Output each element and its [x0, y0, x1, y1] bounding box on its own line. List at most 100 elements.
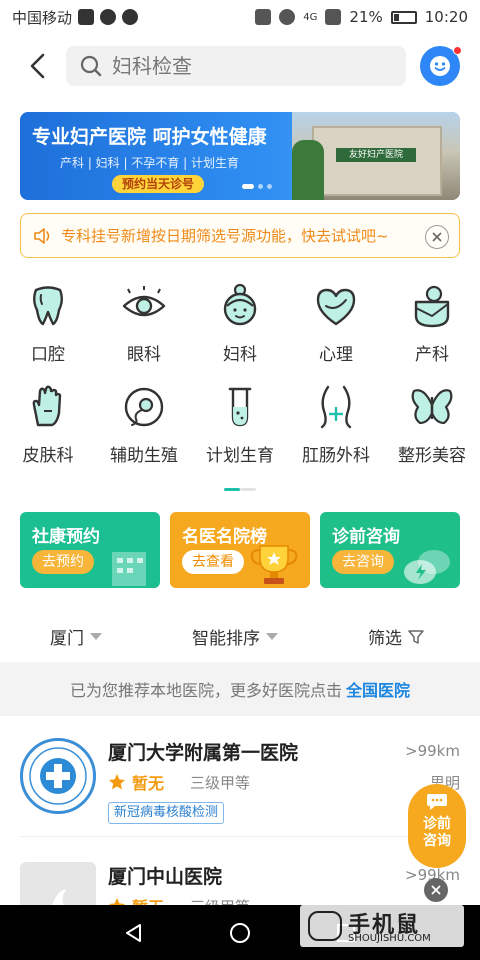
back-button[interactable]	[16, 44, 60, 88]
department-label: 口腔	[31, 345, 65, 365]
card-title: 诊前咨询	[332, 527, 400, 547]
clock: 10:20	[424, 8, 468, 26]
close-icon	[432, 232, 442, 242]
message-icon	[122, 9, 139, 25]
filter-bar: 厦门 智能排序 筛选	[0, 612, 480, 656]
caret-down-icon	[90, 632, 102, 640]
battery-percent: 21%	[349, 8, 383, 26]
battery-icon	[390, 10, 417, 24]
speaker-icon	[34, 227, 50, 244]
wifi-icon	[279, 9, 296, 25]
mute-icon	[255, 9, 272, 25]
tooth-icon	[33, 286, 63, 326]
watermark-url: SHOUJISHU.COM	[348, 933, 431, 944]
sort-filter-label: 智能排序	[192, 629, 260, 649]
building-sign: 友好妇产医院	[336, 148, 416, 162]
department-label: 整形美容	[398, 446, 466, 466]
community-booking-card[interactable]: 社康预约 去预约	[20, 512, 160, 588]
nav-back-button[interactable]	[120, 919, 148, 947]
promo-banner[interactable]: 专业妇产医院 呵护女性健康 产科 | 妇科 | 不孕不育 | 计划生育 预约当天…	[20, 112, 460, 200]
department-label: 肛肠外科	[302, 446, 370, 466]
floating-close-button[interactable]	[424, 878, 448, 902]
department-obstetrics[interactable]: 产科	[384, 282, 480, 365]
banner-title: 专业妇产医院 呵护女性健康	[32, 126, 267, 148]
department-family-planning[interactable]: 计划生育	[192, 383, 288, 466]
tree-shape	[292, 140, 324, 200]
star-icon	[109, 774, 125, 790]
rating-value: 暂无	[132, 774, 165, 793]
pager-indicator-active	[224, 488, 240, 491]
hospital-distance: >99km	[405, 742, 460, 760]
butterfly-icon	[411, 389, 453, 425]
all-hospitals-link[interactable]: 全国医院	[346, 677, 410, 701]
floating-label-2: 咨询	[423, 833, 451, 849]
building-icon	[112, 552, 146, 586]
department-label: 心理	[319, 345, 353, 365]
smiley-chat-icon	[430, 56, 450, 76]
sort-filter[interactable]: 智能排序	[192, 624, 278, 649]
city-filter[interactable]: 厦门	[50, 624, 102, 649]
pager-indicator	[240, 488, 256, 491]
watermark-logo-icon	[308, 911, 342, 941]
top-doctors-card[interactable]: 名医名院榜 去查看	[170, 512, 310, 588]
view-button[interactable]: 去查看	[182, 550, 244, 574]
department-dermatology[interactable]: 皮肤科	[0, 383, 96, 466]
hospital-photo: 友好妇产医院	[292, 112, 460, 200]
triangle-back-icon	[126, 924, 141, 942]
department-label: 皮肤科	[22, 446, 74, 466]
chat-icon	[427, 794, 447, 810]
recommend-text: 已为您推荐本地医院，更多好医院点击	[69, 681, 342, 700]
pager-dot	[267, 184, 272, 189]
search-bar[interactable]	[66, 46, 406, 86]
watermark: 手机鼠 SHOUJISHU.COM	[300, 905, 464, 947]
hospital-logo	[20, 738, 96, 814]
banner-cta-button[interactable]: 预约当天诊号	[112, 175, 205, 193]
department-eye[interactable]: 眼科	[96, 282, 192, 365]
department-cosmetic[interactable]: 整形美容	[384, 383, 480, 466]
trophy-icon	[250, 545, 298, 584]
service-tag: 新冠病毒核酸检测	[108, 802, 225, 824]
notification-icon	[78, 9, 95, 25]
book-button[interactable]: 去预约	[32, 550, 94, 574]
city-filter-label: 厦门	[50, 629, 84, 649]
consult-button[interactable]: 去咨询	[332, 550, 394, 574]
notice-text: 专科挂号新增按日期筛选号源功能，快去试试吧~	[61, 227, 389, 245]
signal-label: 4G	[303, 11, 318, 23]
grid-pager	[224, 488, 256, 491]
department-label: 妇科	[223, 345, 257, 365]
department-dental[interactable]: 口腔	[0, 282, 96, 365]
search-icon	[80, 55, 102, 77]
test-tube-icon	[228, 387, 252, 427]
back-arrow-icon	[30, 53, 45, 79]
notice-bar[interactable]: 专科挂号新增按日期筛选号源功能，快去试试吧~	[20, 213, 460, 258]
department-reproduction[interactable]: 辅助生殖	[96, 383, 192, 466]
department-gynecology[interactable]: 妇科	[192, 282, 288, 365]
hospital-name: 厦门大学附属第一医院	[108, 742, 299, 764]
wechat-icon	[100, 9, 117, 25]
department-psychology[interactable]: 心理	[288, 282, 384, 365]
caret-down-icon	[266, 632, 278, 640]
department-anorectal[interactable]: 肛肠外科	[288, 383, 384, 466]
baby-icon	[414, 285, 450, 328]
nav-home-button[interactable]	[226, 919, 254, 947]
notice-close-button[interactable]	[425, 225, 449, 249]
department-grid: 口腔 眼科 妇科 心理 产科 皮肤科 辅助生殖 计划生育 肛肠外科 整形美容	[0, 282, 480, 466]
card-title: 社康预约	[32, 527, 100, 547]
department-label: 产科	[415, 345, 449, 365]
divider	[20, 836, 460, 837]
pager-dot	[258, 184, 263, 189]
hand-icon	[32, 385, 62, 427]
more-filter[interactable]: 筛选	[368, 624, 424, 649]
recommend-bar: 已为您推荐本地医院，更多好医院点击 全国医院	[0, 662, 480, 716]
floating-consult-button[interactable]: 诊前 咨询	[408, 784, 466, 868]
hospital-rating: 暂无	[108, 770, 164, 794]
search-input[interactable]	[112, 54, 392, 78]
close-icon	[431, 885, 441, 895]
department-label: 眼科	[127, 345, 161, 365]
consultation-card[interactable]: 诊前咨询 去咨询	[320, 512, 460, 588]
circle-home-icon	[230, 923, 250, 943]
heart-icon	[316, 288, 356, 326]
department-label: 辅助生殖	[110, 446, 178, 466]
customer-service-button[interactable]	[420, 46, 462, 86]
status-bar: 中国移动 4G 21% 10:20	[0, 0, 480, 34]
